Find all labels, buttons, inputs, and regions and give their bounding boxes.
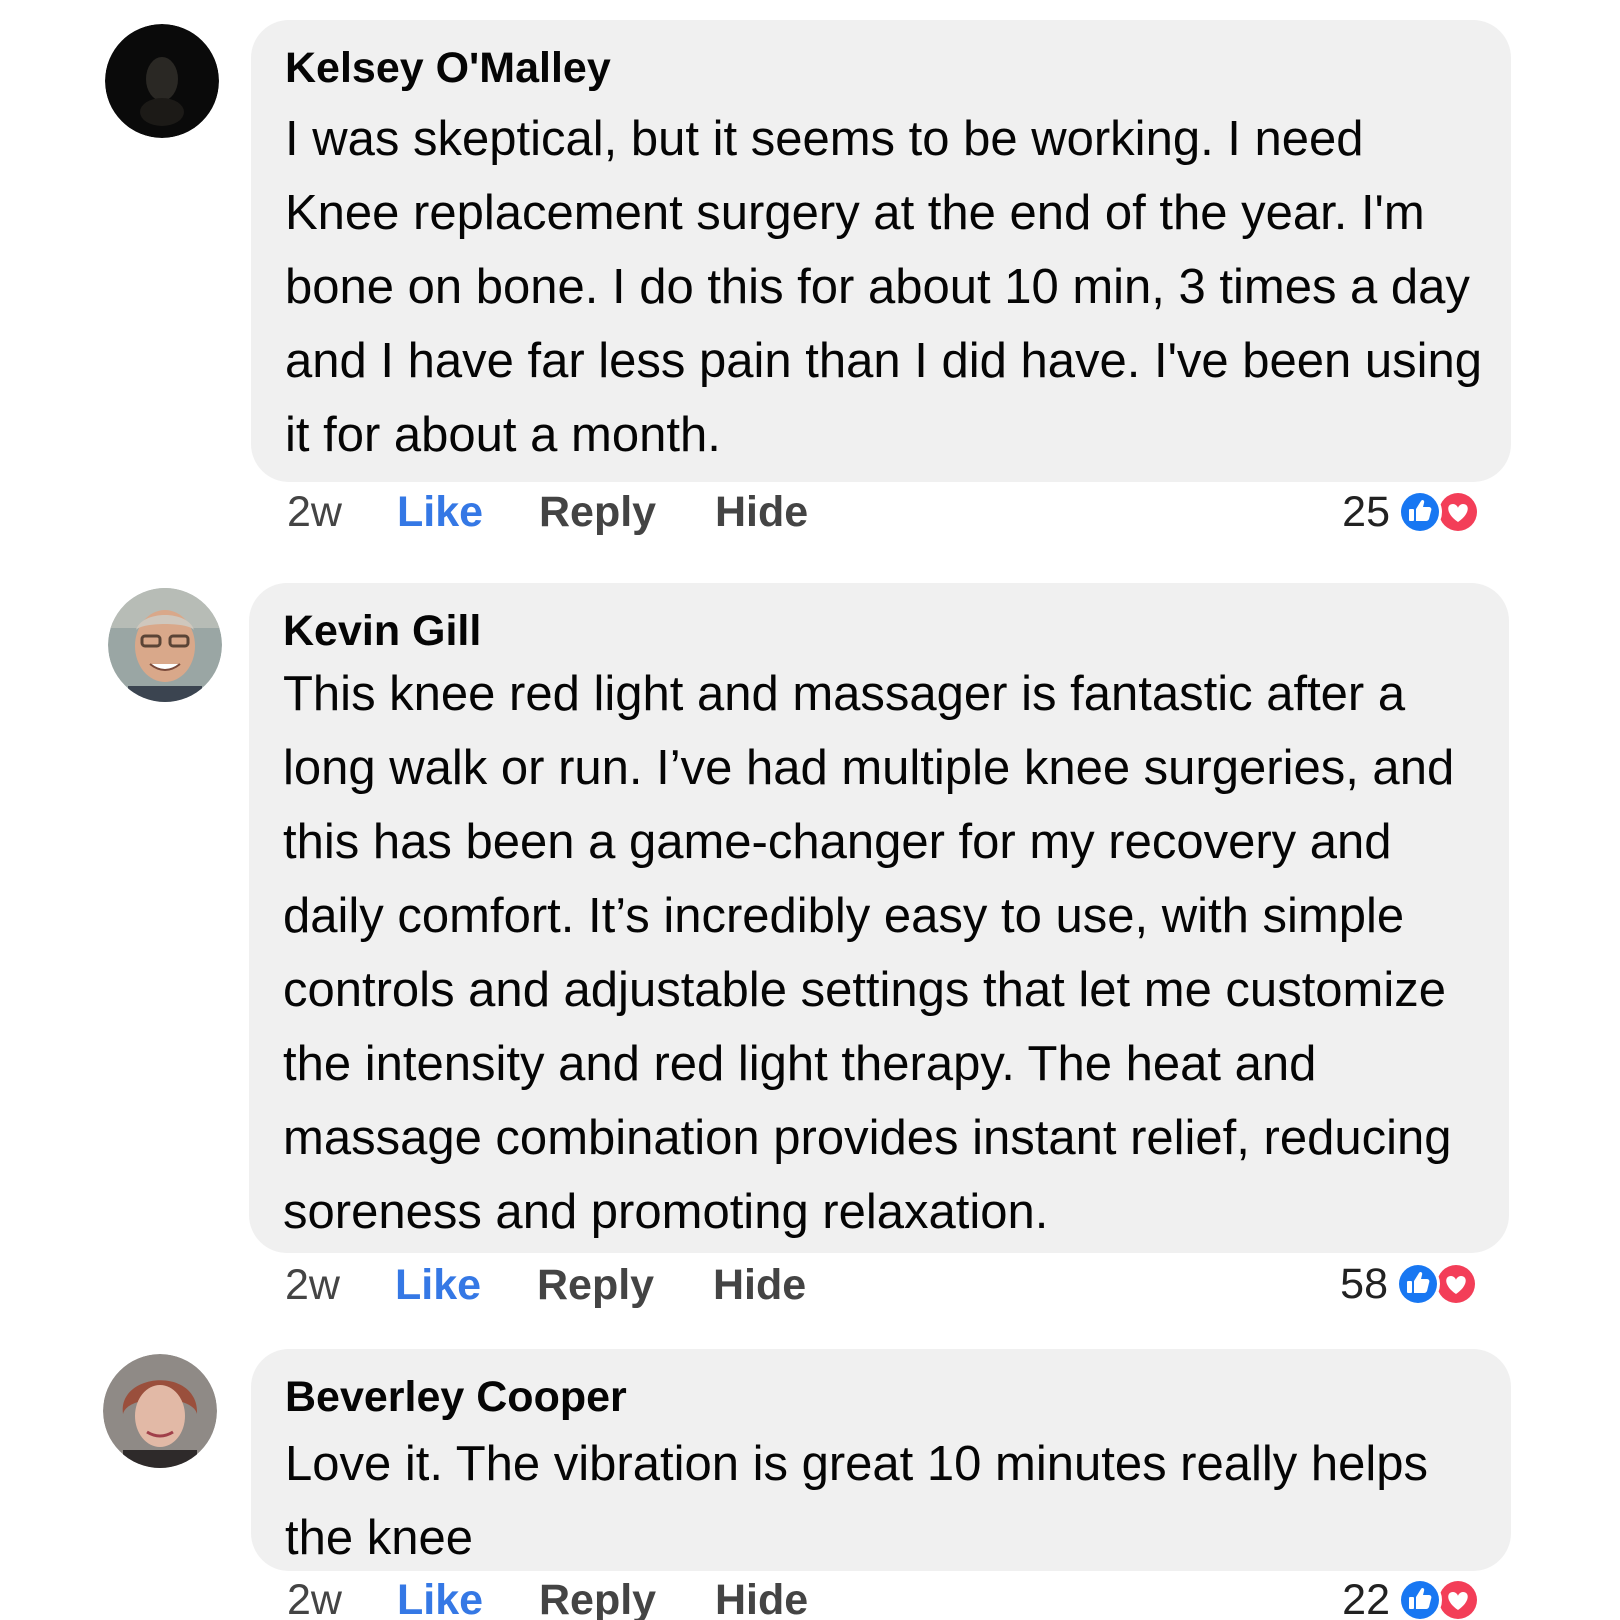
comment-bubble: Kelsey O'Malley I was skeptical, but it … xyxy=(251,20,1511,482)
like-icon xyxy=(1398,490,1442,534)
reaction-icons[interactable] xyxy=(1394,1260,1482,1308)
like-icon xyxy=(1398,1578,1442,1620)
comment-bubble: Kevin Gill This knee red light and massa… xyxy=(249,583,1509,1253)
love-icon xyxy=(1436,490,1480,534)
comment-timestamp[interactable]: 2w xyxy=(285,1255,340,1315)
comment-text: Love it. The vibration is great 10 minut… xyxy=(285,1437,1429,1565)
love-icon xyxy=(1436,1578,1480,1620)
comments-thread: Kelsey O'Malley I was skeptical, but it … xyxy=(0,0,1620,1620)
like-button[interactable]: Like xyxy=(395,1255,481,1315)
comment-author[interactable]: Beverley Cooper xyxy=(285,1371,1491,1423)
love-icon xyxy=(1434,1262,1478,1306)
comment-author[interactable]: Kelsey O'Malley xyxy=(285,42,1491,94)
avatar-image-icon xyxy=(105,24,219,138)
avatar-image-icon xyxy=(103,1354,217,1468)
comment-bubble: Beverley Cooper Love it. The vibration i… xyxy=(251,1349,1511,1571)
reaction-count[interactable]: 25 xyxy=(1300,482,1390,542)
comment-timestamp[interactable]: 2w xyxy=(287,1570,342,1620)
avatar[interactable] xyxy=(103,1354,217,1468)
comment-text: I was skeptical, but it seems to be work… xyxy=(285,112,1483,462)
comment-author[interactable]: Kevin Gill xyxy=(283,605,1489,657)
avatar-image-icon xyxy=(108,588,222,702)
reaction-count[interactable]: 58 xyxy=(1298,1254,1388,1314)
comment-text: This knee red light and massager is fant… xyxy=(283,667,1455,1239)
like-button[interactable]: Like xyxy=(397,482,483,542)
hide-button[interactable]: Hide xyxy=(715,482,808,542)
reaction-icons[interactable] xyxy=(1396,488,1484,536)
comment-timestamp[interactable]: 2w xyxy=(287,482,342,542)
avatar[interactable] xyxy=(105,24,219,138)
reaction-icons[interactable] xyxy=(1396,1576,1484,1620)
hide-button[interactable]: Hide xyxy=(715,1570,808,1620)
reply-button[interactable]: Reply xyxy=(539,1570,656,1620)
avatar[interactable] xyxy=(108,588,222,702)
like-icon xyxy=(1396,1262,1440,1306)
like-button[interactable]: Like xyxy=(397,1570,483,1620)
reaction-count[interactable]: 22 xyxy=(1300,1570,1390,1620)
reply-button[interactable]: Reply xyxy=(539,482,656,542)
reply-button[interactable]: Reply xyxy=(537,1255,654,1315)
hide-button[interactable]: Hide xyxy=(713,1255,806,1315)
